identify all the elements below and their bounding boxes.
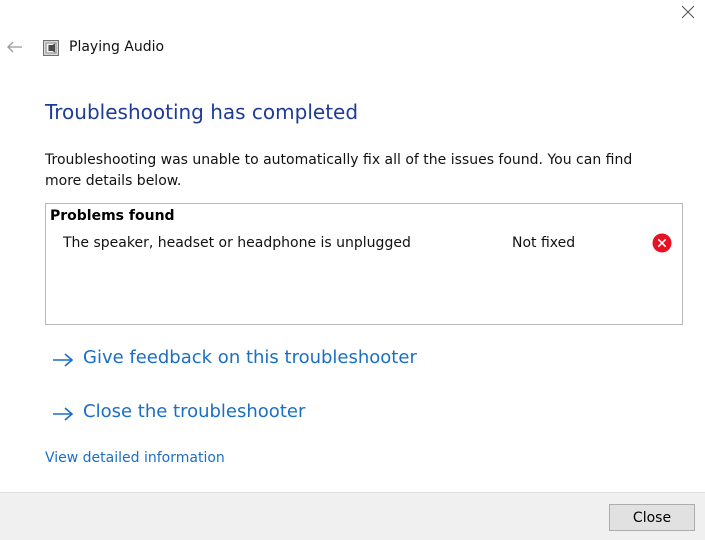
problem-description: The speaker, headset or headphone is unp… [63,235,411,251]
back-arrow-icon[interactable] [6,39,24,55]
give-feedback-link[interactable]: Give feedback on this troubleshooter [52,346,432,374]
view-detailed-information-link[interactable]: View detailed information [45,450,225,466]
troubleshooter-window: Playing Audio Troubleshooting has comple… [0,0,705,540]
arrow-right-icon [52,352,74,368]
close-troubleshooter-link[interactable]: Close the troubleshooter [52,400,332,428]
problem-status: Not fixed [512,235,576,251]
problems-found-header: Problems found [50,208,175,224]
title-bar: Playing Audio [0,34,705,62]
result-description: Troubleshooting was unable to automatica… [45,152,633,189]
problem-row: The speaker, headset or headphone is unp… [46,232,682,256]
problems-found-panel: Problems found The speaker, headset or h… [45,203,683,325]
window-close-icon[interactable] [676,0,700,24]
arrow-right-icon [52,406,74,422]
window-title: Playing Audio [69,39,165,55]
error-icon [652,233,672,253]
page-heading: Troubleshooting has completed [45,100,359,124]
give-feedback-label: Give feedback on this troubleshooter [83,347,417,368]
close-troubleshooter-label: Close the troubleshooter [83,401,306,422]
audio-troubleshooter-icon [43,40,59,56]
dialog-footer: Close [0,492,705,540]
close-button[interactable]: Close [609,504,695,531]
